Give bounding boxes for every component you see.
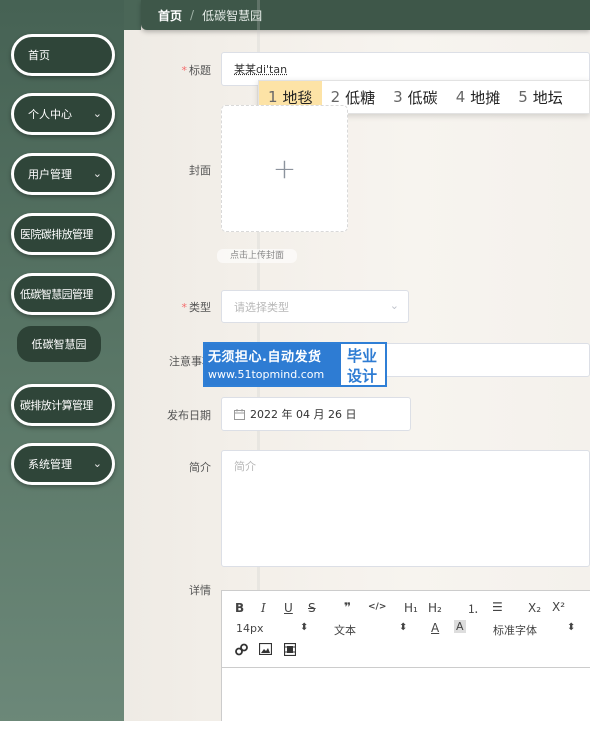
watermark-right: 毕业 设计: [341, 344, 385, 385]
ime-candidate-3[interactable]: 3 低碳: [384, 81, 447, 113]
date-label: 发布日期: [167, 409, 211, 422]
watermark-line1: 无须担心.自动发货: [208, 350, 322, 365]
chevron-down-icon: ⌄: [92, 457, 102, 470]
editor-toolbar: B I U S ❞ </> H₁ H₂ ⒈ ☰ X₂ X² 14px ⬍ 文本 …: [222, 591, 590, 668]
watermark-line2: www.51topmind.com: [208, 368, 325, 381]
superscript-button[interactable]: X²: [552, 600, 565, 614]
breadcrumb: 首页 / 低碳智慧园: [141, 0, 590, 30]
font-color-button[interactable]: A: [431, 621, 439, 635]
title-label-text: 标题: [189, 64, 211, 77]
ime-candidate-number: 4: [455, 88, 466, 106]
subscript-button[interactable]: X₂: [528, 601, 541, 615]
font-size-select[interactable]: 14px: [236, 622, 264, 635]
ime-candidate-5[interactable]: 5 地坛: [509, 81, 572, 113]
breadcrumb-home[interactable]: 首页: [158, 7, 182, 24]
title-label: * 标题: [151, 62, 212, 78]
date-value: 2022 年 04 月 26 日: [250, 408, 357, 421]
intro-placeholder: 简介: [234, 460, 256, 473]
video-icon[interactable]: [284, 643, 296, 656]
sidebar-item-user-management[interactable]: 用户管理 ⌄: [11, 153, 115, 195]
ime-candidate-text: 地摊: [470, 88, 501, 107]
rich-text-editor[interactable]: B I U S ❞ </> H₁ H₂ ⒈ ☰ X₂ X² 14px ⬍ 文本 …: [221, 590, 590, 729]
sidebar-item-label: 医院碳排放管理: [20, 228, 93, 241]
sidebar-item-label: 用户管理: [28, 168, 72, 181]
editor-content[interactable]: [222, 668, 590, 728]
calendar-icon: [234, 408, 245, 420]
cover-upload[interactable]: +: [221, 105, 348, 232]
ordered-list-icon[interactable]: ⒈: [467, 600, 479, 617]
breadcrumb-separator: /: [190, 8, 195, 22]
type-label-text: 类型: [189, 301, 211, 314]
intro-label: 简介: [189, 461, 211, 474]
strike-button[interactable]: S: [308, 601, 316, 615]
sidebar-subitem-label: 低碳智慧园: [31, 338, 87, 351]
image-icon[interactable]: [259, 643, 272, 655]
watermark-left: 无须担心.自动发货 www.51topmind.com: [205, 344, 341, 385]
sidebar-subitem-lowcarbon-park[interactable]: 低碳智慧园: [17, 326, 101, 362]
page-bottom-edge: [0, 721, 590, 729]
sidebar-item-personal-center[interactable]: 个人中心 ⌄: [11, 93, 115, 135]
sidebar-item-hospital-carbon[interactable]: 医院碳排放管理: [11, 213, 115, 255]
quote-icon[interactable]: ❞: [344, 600, 351, 614]
italic-button[interactable]: I: [261, 601, 266, 615]
ime-candidate-number: 2: [330, 88, 341, 106]
title-input-value: 某某di'tan: [234, 63, 288, 76]
stepper-icon: ⬍: [399, 622, 408, 633]
code-icon[interactable]: </>: [368, 602, 386, 612]
ime-candidate-number: 3: [393, 88, 403, 106]
ime-candidate-4[interactable]: 4 地摊: [447, 81, 510, 113]
ime-candidate-text: 地坛: [532, 88, 563, 107]
watermark-right-line1: 毕业: [347, 347, 378, 365]
sidebar-item-lowcarbon-park[interactable]: 低碳智慧园管理: [11, 273, 115, 315]
sidebar-item-label: 系统管理: [28, 458, 72, 471]
intro-textarea[interactable]: 简介: [221, 450, 590, 567]
chevron-down-icon: ⌄: [389, 299, 399, 312]
sidebar-item-label: 首页: [28, 49, 50, 62]
type-select[interactable]: 请选择类型 ⌄: [221, 290, 409, 323]
sidebar-item-home[interactable]: 首页: [11, 34, 115, 76]
sidebar-item-label: 碳排放计算管理: [20, 399, 93, 412]
stepper-icon: ⬍: [567, 622, 576, 633]
ime-candidate-number: 1: [268, 88, 278, 106]
ime-candidate-number: 5: [518, 88, 528, 106]
watermark-right-line2: 设计: [347, 367, 378, 385]
chevron-down-icon: ⌄: [92, 167, 102, 180]
bullet-list-icon[interactable]: ☰: [492, 600, 503, 614]
text-style-select[interactable]: 文本: [334, 622, 356, 638]
topbar-edge: [124, 0, 141, 30]
cover-label: 封面: [189, 164, 211, 177]
date-picker[interactable]: 2022 年 04 月 26 日: [221, 397, 411, 431]
bg-color-button[interactable]: A: [454, 620, 466, 633]
breadcrumb-current: 低碳智慧园: [202, 8, 263, 23]
h2-button[interactable]: H₂: [428, 601, 442, 615]
plus-icon: +: [272, 152, 297, 185]
h1-button[interactable]: H₁: [404, 601, 418, 615]
ime-candidate-text: 低糖: [345, 88, 376, 107]
ime-candidate-text: 低碳: [407, 88, 438, 107]
font-family-select[interactable]: 标准字体: [493, 622, 537, 638]
sidebar-item-label: 低碳智慧园管理: [20, 288, 93, 301]
stepper-icon: ⬍: [300, 622, 309, 633]
sidebar-item-system-management[interactable]: 系统管理 ⌄: [11, 443, 115, 485]
underline-button[interactable]: U: [284, 601, 293, 615]
detail-label: 详情: [189, 584, 211, 597]
upload-hint: 点击上传封面: [217, 249, 297, 263]
chevron-down-icon: ⌄: [92, 107, 102, 120]
watermark-badge: 无须担心.自动发货 www.51topmind.com 毕业 设计: [203, 342, 387, 387]
type-label: * 类型: [151, 299, 212, 315]
sidebar-item-carbon-calc[interactable]: 碳排放计算管理: [11, 384, 115, 426]
required-mark: *: [181, 301, 188, 314]
required-mark: *: [181, 64, 188, 77]
link-icon[interactable]: [235, 643, 248, 656]
type-select-placeholder: 请选择类型: [234, 300, 289, 314]
bold-button[interactable]: B: [235, 601, 244, 615]
sidebar-item-label: 个人中心: [28, 108, 72, 121]
